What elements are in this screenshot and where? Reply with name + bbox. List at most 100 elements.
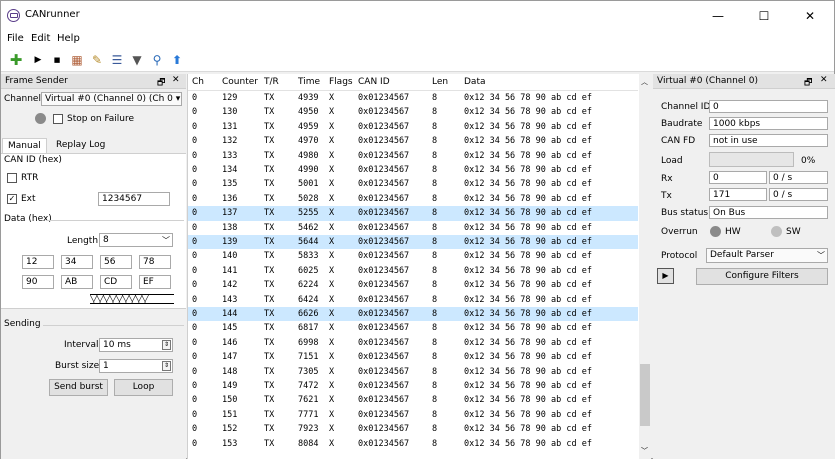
table-row[interactable]: 0 153 TX 8084 X 0x01234567 8 0x12 34 56 78 90 a… xyxy=(188,437,638,451)
vertical-scrollbar[interactable]: ︿ ﹀ xyxy=(639,74,651,459)
play-button[interactable]: ▶ xyxy=(657,268,674,284)
byte-field[interactable]: AB xyxy=(61,275,93,289)
ext-checkbox[interactable]: ✓ xyxy=(7,194,17,204)
cell-id: 0x01234567 xyxy=(358,193,410,204)
table-row[interactable]: 0 147 TX 7151 X 0x01234567 8 0x12 34 56 78 90 a… xyxy=(188,350,638,364)
spinner-icon[interactable]: ⇕ xyxy=(162,340,171,350)
cell-flags: X xyxy=(329,121,335,132)
interval-input[interactable]: 10 ms ⇕ xyxy=(99,338,173,352)
cell-counter: 132 xyxy=(222,136,238,147)
table-row[interactable]: 0 148 TX 7305 X 0x01234567 8 0x12 34 56 78 90 a… xyxy=(188,365,638,379)
menu-file[interactable]: File xyxy=(7,33,24,44)
table-row[interactable]: 0 133 TX 4980 X 0x01234567 8 0x12 34 56 78 90 a… xyxy=(188,149,638,163)
table-row[interactable]: 0 150 TX 7621 X 0x01234567 8 0x12 34 56 78 90 a… xyxy=(188,393,638,407)
table-row[interactable]: 0 138 TX 5462 X 0x01234567 8 0x12 34 56 78 90 a… xyxy=(188,221,638,235)
byte-field[interactable]: CD xyxy=(100,275,132,289)
float-icon[interactable]: 🗗 xyxy=(804,75,812,91)
edit-icon[interactable]: ✎ xyxy=(88,51,106,69)
table-row[interactable]: 0 130 TX 4950 X 0x01234567 8 0x12 34 56 78 90 a… xyxy=(188,105,638,119)
chevron-down-icon: ﹀ xyxy=(162,236,170,245)
table-row[interactable]: 0 131 TX 4959 X 0x01234567 8 0x12 34 56 78 90 a… xyxy=(188,120,638,134)
canfd-value: not in use xyxy=(709,134,828,147)
table-row[interactable]: 0 145 TX 6817 X 0x01234567 8 0x12 34 56 78 90 a… xyxy=(188,321,638,335)
cell-time: 7771 xyxy=(298,409,319,420)
byte-field[interactable]: 78 xyxy=(139,255,171,269)
tree-icon[interactable]: ☰ xyxy=(108,51,126,69)
table-row[interactable]: 0 144 TX 6626 X 0x01234567 8 0x12 34 56 78 90 a… xyxy=(188,307,638,322)
loop-button[interactable]: Loop xyxy=(114,379,173,396)
table-row[interactable]: 0 129 TX 4939 X 0x01234567 8 0x12 34 56 78 90 a… xyxy=(188,91,638,105)
table-row[interactable]: 0 135 TX 5001 X 0x01234567 8 0x12 34 56 78 90 a… xyxy=(188,177,638,191)
stop-icon[interactable]: ■ xyxy=(48,51,66,69)
scrollbar-thumb[interactable] xyxy=(640,364,650,426)
table-header: Ch Counter T/R Time Flags CAN ID Len Dat… xyxy=(188,74,638,91)
close-button[interactable]: ✕ xyxy=(787,1,833,31)
cell-id: 0x01234567 xyxy=(358,165,410,175)
rtr-checkbox[interactable] xyxy=(7,173,17,183)
table-row[interactable]: 0 136 TX 5028 X 0x01234567 8 0x12 34 56 78 90 a… xyxy=(188,192,638,206)
table-row[interactable]: 0 151 TX 7771 X 0x01234567 8 0x12 34 56 78 90 a… xyxy=(188,408,638,422)
spinner-icon[interactable]: ⇕ xyxy=(162,361,171,371)
table-row[interactable]: 0 143 TX 6424 X 0x01234567 8 0x12 34 56 78 90 a… xyxy=(188,293,638,307)
scroll-up-icon[interactable]: ︿ xyxy=(641,77,648,87)
cell-flags: X xyxy=(329,352,335,363)
close-icon[interactable]: ✕ xyxy=(172,75,180,85)
cell-data: 0x12 34 56 78 90 ab cd ef xyxy=(464,93,592,103)
interval-label: Interval xyxy=(64,340,99,350)
table-row[interactable]: 0 140 TX 5833 X 0x01234567 8 0x12 34 56 78 90 a… xyxy=(188,249,638,263)
col-header-ch[interactable]: Ch xyxy=(192,77,204,87)
cell-tr: TX xyxy=(264,280,275,291)
send-burst-button[interactable]: Send burst xyxy=(49,379,108,396)
channel-select[interactable]: Virtual #0 (Channel 0) (Ch 0 ▾ xyxy=(41,92,182,106)
play-icon[interactable]: ▶ xyxy=(29,51,47,69)
burst-size-input[interactable]: 1 ⇕ xyxy=(99,359,173,373)
save-icon[interactable]: ▦ xyxy=(68,51,86,69)
table-row[interactable]: 0 152 TX 7923 X 0x01234567 8 0x12 34 56 78 90 a… xyxy=(188,422,638,436)
stop-on-failure-checkbox[interactable] xyxy=(53,114,63,124)
col-header-data[interactable]: Data xyxy=(464,77,486,87)
filter-icon[interactable]: ▼ xyxy=(128,51,146,69)
table-row[interactable]: 0 137 TX 5255 X 0x01234567 8 0x12 34 56 78 90 a… xyxy=(188,206,638,221)
col-header-len[interactable]: Len xyxy=(432,77,448,87)
tab-replay-log[interactable]: Replay Log xyxy=(51,138,110,153)
app-logo-icon xyxy=(7,9,20,22)
can-id-input[interactable]: 1234567 xyxy=(98,192,170,206)
table-row[interactable]: 0 146 TX 6998 X 0x01234567 8 0x12 34 56 78 90 a… xyxy=(188,336,638,350)
minimize-button[interactable]: — xyxy=(695,1,741,31)
close-icon[interactable]: ✕ xyxy=(820,75,828,85)
col-header-can-id[interactable]: CAN ID xyxy=(358,77,390,87)
scroll-down-icon[interactable]: ﹀ xyxy=(641,446,648,456)
byte-field[interactable]: 12 xyxy=(22,255,54,269)
protocol-select[interactable]: Default Parser xyxy=(706,248,828,263)
float-icon[interactable]: 🗗 xyxy=(157,75,165,91)
add-icon[interactable]: ✚ xyxy=(7,51,25,69)
col-header-flags[interactable]: Flags xyxy=(329,77,353,87)
table-row[interactable]: 0 149 TX 7472 X 0x01234567 8 0x12 34 56 78 90 a… xyxy=(188,379,638,393)
table-row[interactable]: 0 132 TX 4970 X 0x01234567 8 0x12 34 56 78 90 a… xyxy=(188,134,638,148)
table-row[interactable]: 0 142 TX 6224 X 0x01234567 8 0x12 34 56 78 90 a… xyxy=(188,278,638,292)
configure-filters-button[interactable]: Configure Filters xyxy=(696,268,828,285)
maximize-button[interactable]: ☐ xyxy=(741,1,787,31)
byte-field[interactable]: 56 xyxy=(100,255,132,269)
cell-flags: X xyxy=(329,381,335,391)
message-table[interactable]: Ch Counter T/R Time Flags CAN ID Len Dat… xyxy=(187,74,651,459)
col-header-tr[interactable]: T/R xyxy=(264,77,279,87)
cell-id: 0x01234567 xyxy=(358,280,410,291)
byte-field[interactable]: EF xyxy=(139,275,171,289)
cell-data: 0x12 34 56 78 90 ab cd ef xyxy=(464,323,592,334)
cell-flags: X xyxy=(329,222,335,233)
col-header-counter[interactable]: Counter xyxy=(222,77,258,87)
menu-edit[interactable]: Edit xyxy=(31,33,50,44)
up-arrow-icon[interactable]: ⬆ xyxy=(168,51,186,69)
cell-len: 8 xyxy=(432,337,438,348)
search-icon[interactable]: ⚲ xyxy=(148,51,166,69)
table-row[interactable]: 0 139 TX 5644 X 0x01234567 8 0x12 34 56 78 90 a… xyxy=(188,235,638,250)
col-header-time[interactable]: Time xyxy=(298,77,320,87)
menu-help[interactable]: Help xyxy=(57,33,80,44)
byte-field[interactable]: 34 xyxy=(61,255,93,269)
byte-field[interactable]: 90 xyxy=(22,275,54,289)
channel-panel: Virtual #0 (Channel 0) 🗗 ✕ Channel ID 0 … xyxy=(653,74,835,459)
table-row[interactable]: 0 141 TX 6025 X 0x01234567 8 0x12 34 56 78 90 a… xyxy=(188,264,638,278)
table-row[interactable]: 0 134 TX 4990 X 0x01234567 8 0x12 34 56 78 90 a… xyxy=(188,163,638,177)
tab-manual[interactable]: Manual xyxy=(2,138,47,153)
